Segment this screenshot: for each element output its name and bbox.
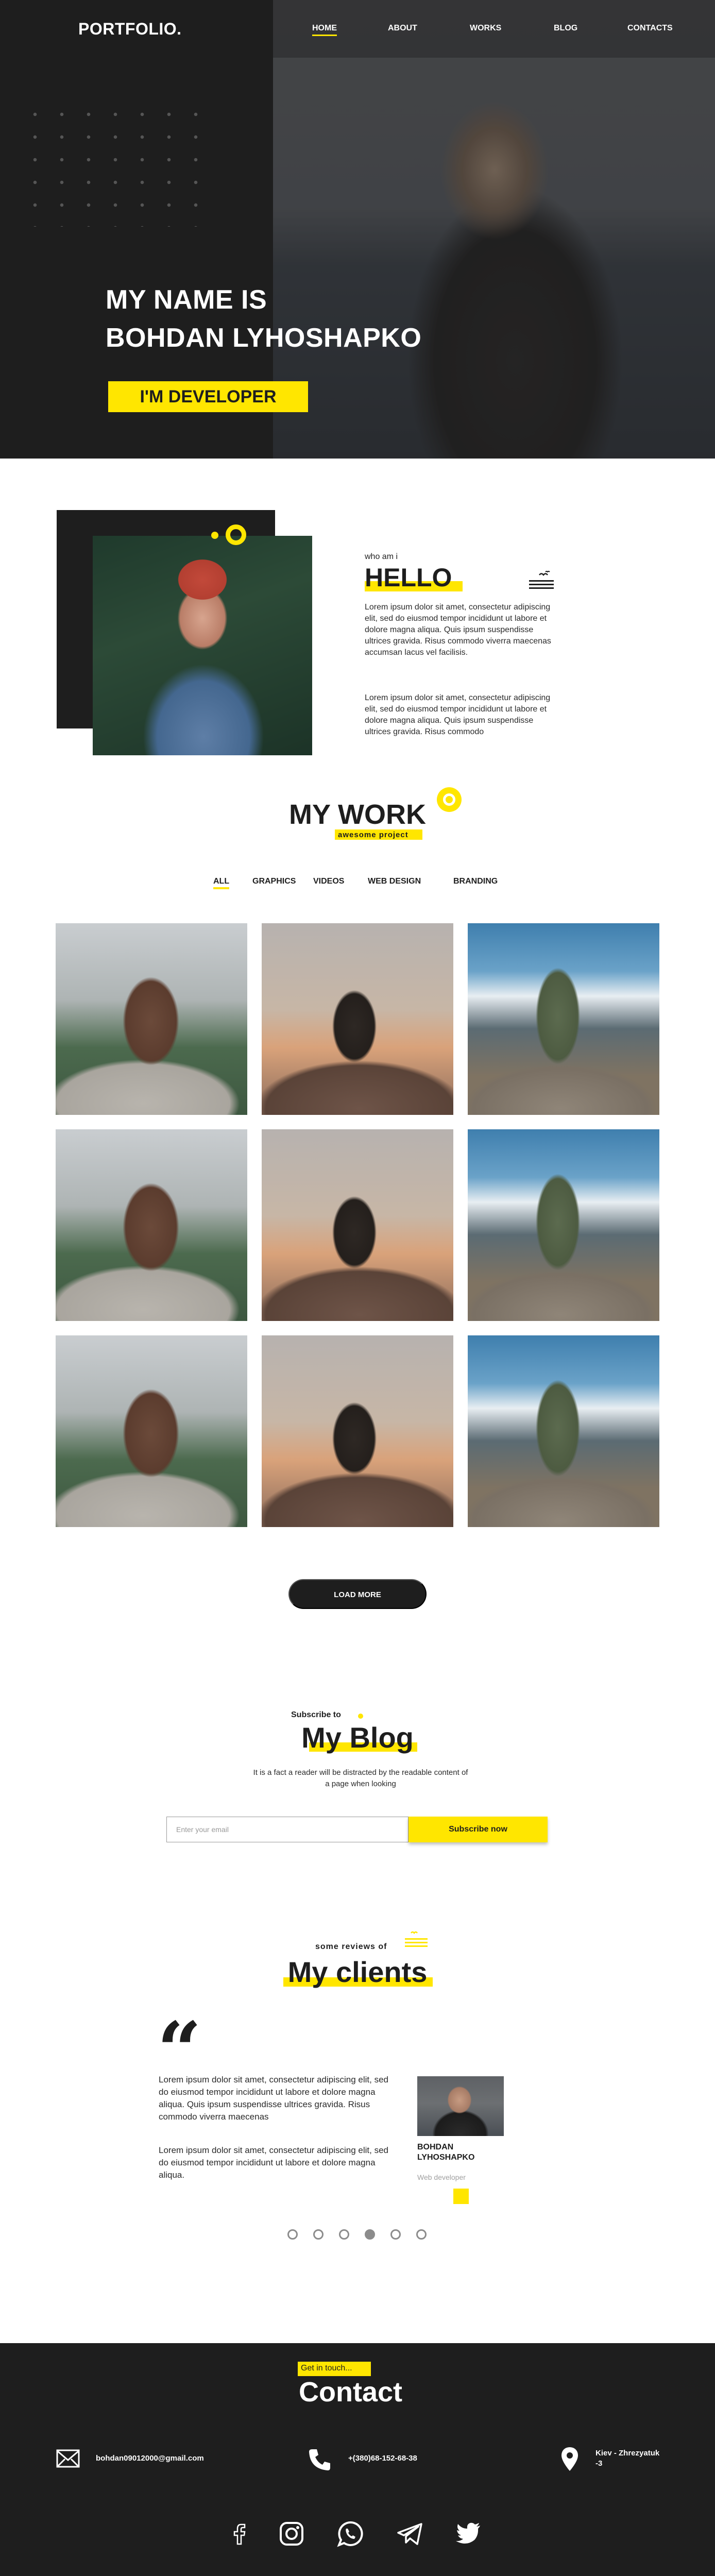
subscribe-button[interactable]: Subscribe now bbox=[408, 1817, 548, 1842]
nav-contacts[interactable]: CONTACTS bbox=[627, 24, 673, 33]
hero-badge: I'M DEVELOPER bbox=[108, 381, 308, 412]
slider-dot-3[interactable] bbox=[339, 2229, 349, 2240]
email-icon bbox=[56, 2449, 80, 2468]
birds-icon bbox=[529, 571, 554, 589]
telegram-icon[interactable] bbox=[396, 2519, 424, 2548]
lines-icon bbox=[405, 1931, 428, 1947]
photographer-photo bbox=[273, 0, 715, 459]
nav-works[interactable]: WORKS bbox=[470, 24, 501, 33]
slider-dot-1[interactable] bbox=[287, 2229, 298, 2240]
portfolio-tile-girl-on-cliff[interactable] bbox=[56, 1335, 247, 1527]
nav-home[interactable]: HOME bbox=[312, 24, 337, 36]
phone-icon bbox=[309, 2449, 330, 2470]
facebook-icon[interactable] bbox=[225, 2519, 253, 2548]
nav-blog[interactable]: BLOG bbox=[554, 24, 577, 33]
contact-title: Contact bbox=[299, 2377, 402, 2408]
hero-section: PORTFOLIO. HOME ABOUT WORKS BLOG CONTACT… bbox=[0, 0, 715, 459]
portfolio-tile-girl-at-sunset[interactable] bbox=[262, 1129, 453, 1321]
work-title: MY WORK bbox=[289, 799, 426, 830]
slider-dot-4[interactable] bbox=[365, 2229, 375, 2240]
blog-label: Subscribe to bbox=[291, 1710, 341, 1719]
logo[interactable]: PORTFOLIO. bbox=[78, 20, 182, 39]
filter-graphics[interactable]: GRAPHICS bbox=[252, 877, 296, 886]
work-subtitle: awesome project bbox=[338, 831, 408, 839]
whatsapp-icon[interactable] bbox=[336, 2519, 365, 2548]
nav-about[interactable]: ABOUT bbox=[388, 24, 417, 33]
filter-all[interactable]: ALL bbox=[213, 877, 230, 889]
about-paragraph-2: Lorem ipsum dolor sit amet, consectetur … bbox=[365, 693, 551, 736]
yellow-ring-decoration bbox=[226, 524, 246, 545]
contact-phone[interactable]: +(380)68-152-68-38 bbox=[348, 2453, 417, 2464]
filter-videos[interactable]: VIDEOS bbox=[313, 877, 344, 886]
yellow-square-decoration bbox=[453, 2189, 469, 2204]
twitter-icon[interactable] bbox=[454, 2519, 483, 2548]
slider-dot-6[interactable] bbox=[416, 2229, 427, 2240]
about-paragraph-1: Lorem ipsum dolor sit amet, consectetur … bbox=[365, 603, 551, 657]
review-paragraph-2: Lorem ipsum dolor sit amet, consectetur … bbox=[159, 2145, 388, 2180]
clients-title: My clients bbox=[287, 1956, 428, 1988]
about-title: HELLO bbox=[365, 563, 452, 592]
client-avatar bbox=[417, 2076, 504, 2136]
girl-with-camera-photo bbox=[93, 536, 312, 755]
review-paragraph-1: Lorem ipsum dolor sit amet, consectetur … bbox=[159, 2075, 388, 2122]
yellow-dot-decoration bbox=[358, 1714, 363, 1719]
contact-location: Kiev - Zhrezyatuk -3 bbox=[595, 2449, 660, 2468]
portfolio-tile-girl-at-sunset[interactable] bbox=[262, 923, 453, 1115]
about-label: who am i bbox=[365, 552, 398, 561]
portfolio-tile-hiker-mountains[interactable] bbox=[468, 923, 659, 1115]
yellow-dot-decoration bbox=[211, 532, 218, 539]
hero-title: MY NAME IS BOHDAN LYHOSHAPKO bbox=[106, 281, 421, 357]
slider-dot-5[interactable] bbox=[390, 2229, 401, 2240]
filter-web-design[interactable]: WEB DESIGN bbox=[368, 877, 421, 886]
portfolio-tile-hiker-mountains[interactable] bbox=[468, 1129, 659, 1321]
blog-description: It is a fact a reader will be distracted… bbox=[253, 1768, 468, 1788]
hero-title-line1: MY NAME IS bbox=[106, 285, 267, 315]
contact-email[interactable]: bohdan09012000@gmail.com bbox=[96, 2453, 204, 2464]
slider-dot-2[interactable] bbox=[313, 2229, 324, 2240]
portfolio-tile-girl-on-cliff[interactable] bbox=[56, 1129, 247, 1321]
portfolio-tile-girl-on-cliff[interactable] bbox=[56, 923, 247, 1115]
email-input[interactable] bbox=[166, 1817, 408, 1842]
client-role: Web developer bbox=[417, 2173, 466, 2181]
portfolio-tile-girl-at-sunset[interactable] bbox=[262, 1335, 453, 1527]
location-pin-icon bbox=[561, 2447, 578, 2471]
load-more-button[interactable]: LOAD MORE bbox=[288, 1579, 427, 1609]
dot-grid-decoration bbox=[22, 103, 212, 227]
filter-branding[interactable]: BRANDING bbox=[453, 877, 498, 886]
contact-tag: Get in touch... bbox=[301, 2364, 352, 2372]
portfolio-tile-hiker-mountains[interactable] bbox=[468, 1335, 659, 1527]
client-name: BOHDAN LYHOSHAPKO bbox=[417, 2143, 475, 2162]
clients-label: some reviews of bbox=[315, 1942, 387, 1951]
blog-title: My Blog bbox=[301, 1721, 414, 1754]
hero-title-line2: BOHDAN LYHOSHAPKO bbox=[106, 323, 422, 353]
instagram-icon[interactable] bbox=[277, 2519, 306, 2548]
